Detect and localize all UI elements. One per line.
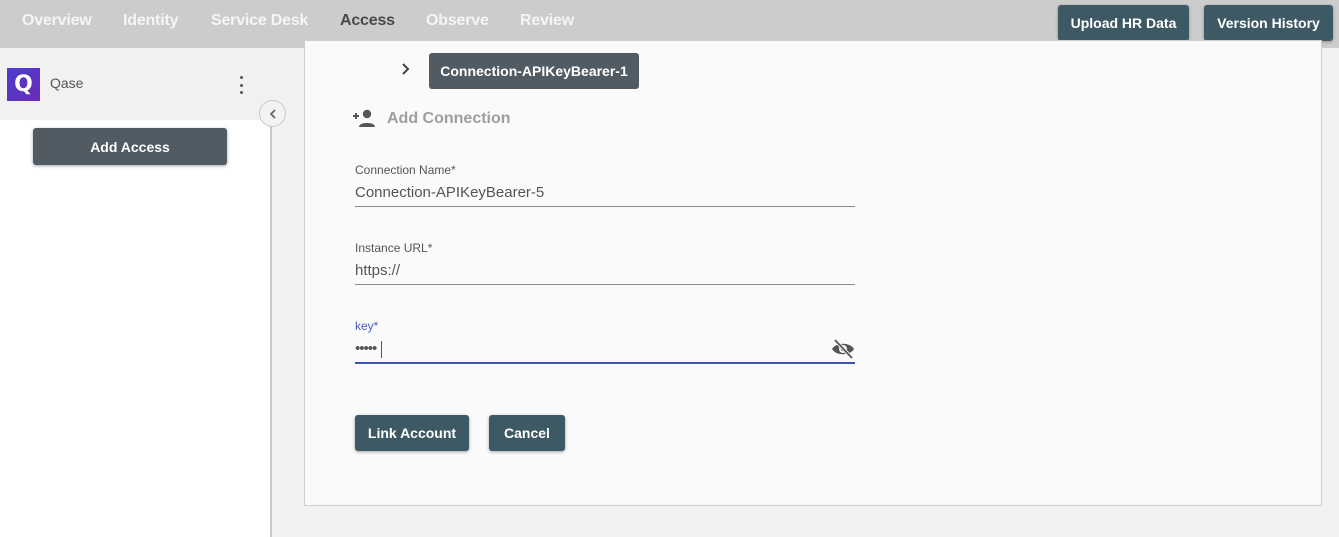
text-cursor (381, 341, 382, 358)
qase-logo-icon: Q (7, 68, 40, 101)
add-connection-heading: Add Connection (387, 110, 511, 127)
instance-url-input[interactable] (355, 257, 855, 285)
link-account-button[interactable]: Link Account (355, 415, 469, 451)
tab-service-desk[interactable]: Service Desk (211, 12, 308, 30)
add-person-icon (353, 109, 375, 127)
tab-observe[interactable]: Observe (426, 12, 489, 30)
chevron-right-icon[interactable] (399, 62, 413, 76)
key-field: key* (355, 319, 855, 364)
key-input[interactable] (355, 335, 855, 364)
sidebar: Q Qase Add Access (0, 48, 272, 537)
visibility-off-icon[interactable] (831, 339, 855, 359)
tab-access[interactable]: Access (340, 12, 395, 30)
cancel-button[interactable]: Cancel (489, 415, 565, 451)
app-name: Qase (50, 75, 84, 91)
chevron-left-icon (269, 108, 276, 119)
connection-name-label: Connection Name* (355, 163, 456, 177)
sidebar-app-item[interactable]: Q Qase (0, 48, 272, 120)
instance-url-label: Instance URL* (355, 241, 433, 255)
upload-hr-data-button[interactable]: Upload HR Data (1058, 5, 1189, 41)
add-access-button[interactable]: Add Access (33, 128, 227, 165)
more-options-icon[interactable] (233, 76, 249, 94)
existing-connection-chip[interactable]: Connection-APIKeyBearer-1 (429, 53, 639, 89)
version-history-button[interactable]: Version History (1204, 5, 1333, 41)
tab-identity[interactable]: Identity (123, 12, 178, 30)
instance-url-field: Instance URL* (355, 241, 855, 285)
tab-overview[interactable]: Overview (22, 12, 92, 30)
key-label: key* (355, 319, 379, 333)
connection-name-field: Connection Name* (355, 163, 855, 207)
collapse-sidebar-button[interactable] (259, 100, 286, 127)
connection-name-input[interactable] (355, 179, 855, 207)
tab-review[interactable]: Review (520, 12, 574, 30)
